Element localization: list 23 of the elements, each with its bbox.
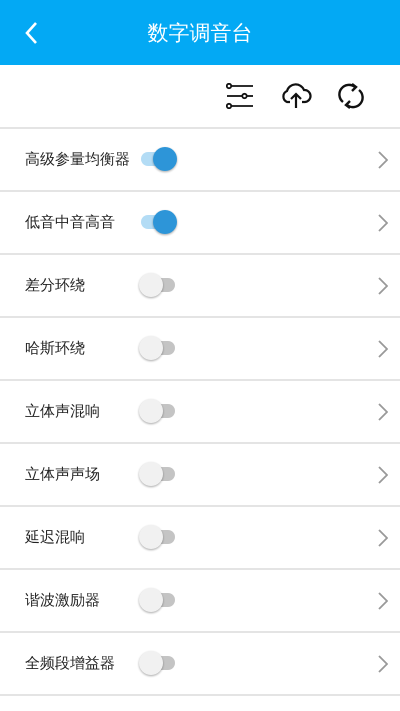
chevron-right-icon[interactable] bbox=[378, 654, 388, 672]
chevron-right-icon[interactable] bbox=[378, 276, 388, 294]
setting-label: 低音中音高音 bbox=[25, 213, 116, 232]
setting-label: 延迟混响 bbox=[25, 528, 86, 547]
chevron-right-icon[interactable] bbox=[378, 150, 388, 168]
setting-label: 高级参量均衡器 bbox=[25, 150, 131, 169]
setting-label: 全频段增益器 bbox=[25, 654, 116, 673]
chevron-right-icon[interactable] bbox=[378, 402, 388, 420]
setting-label: 差分环绕 bbox=[25, 276, 86, 295]
chevron-right-icon[interactable] bbox=[378, 528, 388, 546]
setting-label: 哈斯环绕 bbox=[25, 339, 86, 358]
sliders-icon[interactable] bbox=[226, 83, 254, 109]
setting-label: 立体声混响 bbox=[25, 402, 101, 421]
cloud-upload-icon[interactable] bbox=[280, 83, 312, 109]
chevron-right-icon[interactable] bbox=[378, 340, 388, 358]
back-icon[interactable] bbox=[24, 21, 38, 45]
screen-title: 数字调音台 bbox=[148, 20, 252, 46]
setting-label: 谐波激励器 bbox=[25, 591, 101, 610]
chevron-right-icon[interactable] bbox=[378, 214, 388, 232]
chevron-right-icon[interactable] bbox=[378, 466, 388, 484]
refresh-icon[interactable] bbox=[338, 82, 364, 110]
setting-label: 立体声声场 bbox=[25, 465, 101, 484]
chevron-right-icon[interactable] bbox=[378, 592, 388, 610]
